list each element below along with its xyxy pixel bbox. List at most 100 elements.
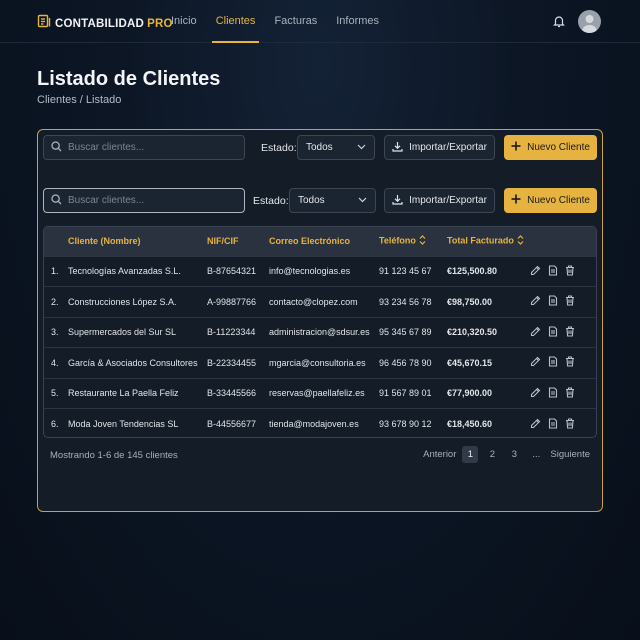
page-3[interactable]: 3 <box>506 446 522 463</box>
main-nav: Inicio Clientes Facturas Informes <box>171 0 398 43</box>
table-row[interactable]: 4. García & Asociados Consultores B-223344… <box>44 347 596 379</box>
client-total: €98,750.00 <box>447 296 493 307</box>
edit-icon[interactable] <box>530 326 541 339</box>
top-navbar: CONTABILIDAD PRO Inicio Clientes Facturas… <box>0 0 640 43</box>
chevron-down-icon <box>357 142 366 153</box>
col-total[interactable]: Total Facturado <box>447 227 530 256</box>
col-phone[interactable]: Teléfono <box>379 227 447 256</box>
avatar[interactable] <box>578 10 601 33</box>
document-icon[interactable] <box>548 356 558 369</box>
client-name[interactable]: Restaurante La Paella Feliz <box>68 378 207 409</box>
document-icon[interactable] <box>548 265 558 278</box>
col-name[interactable]: Cliente (Nombre) <box>68 227 207 256</box>
search-input[interactable] <box>68 195 233 206</box>
col-email[interactable]: Correo Electrónico <box>269 227 379 256</box>
client-email: tienda@modajoven.es <box>269 419 359 429</box>
trash-icon[interactable] <box>565 326 575 339</box>
edit-icon[interactable] <box>530 295 541 308</box>
trash-icon[interactable] <box>565 417 575 431</box>
client-nif: B-87654321 <box>207 266 257 277</box>
document-icon[interactable] <box>548 295 558 308</box>
estado-select[interactable]: Todos <box>297 135 375 160</box>
plus-icon <box>511 141 521 154</box>
prev-page-link[interactable]: Anterior <box>423 449 456 460</box>
estado-select[interactable]: Todos <box>289 188 376 213</box>
client-nif: B-11223344 <box>207 327 256 338</box>
nav-clientes[interactable]: Clientes <box>211 0 260 43</box>
col-actions <box>530 227 596 256</box>
new-client-button[interactable]: Nuevo Cliente <box>504 188 597 213</box>
client-name[interactable]: Tecnologías Avanzadas S.L. <box>68 256 207 287</box>
brand-logo[interactable]: CONTABILIDAD PRO <box>37 14 173 33</box>
import-export-label: Importar/Exportar <box>409 195 487 206</box>
client-name[interactable]: García & Asociados Consultores <box>68 348 207 379</box>
client-phone: 95 345 67 89 <box>379 327 432 338</box>
client-email: administracion@sdsur.es <box>269 327 370 338</box>
import-export-label: Importar/Exportar <box>409 142 487 153</box>
edit-icon[interactable] <box>530 418 541 431</box>
row-actions <box>530 265 596 278</box>
table-row[interactable]: 1. Tecnologías Avanzadas S.L. B-87654321 in… <box>44 256 596 287</box>
search-icon <box>44 139 62 157</box>
plus-icon <box>511 194 521 207</box>
row-actions <box>530 356 596 369</box>
document-icon[interactable] <box>548 417 558 431</box>
chevron-down-icon <box>358 195 367 206</box>
table-header-row: Cliente (Nombre) NIF/CIF Correo Electrón… <box>44 227 596 256</box>
client-total: €210,320.50 <box>447 327 498 338</box>
client-email: reservas@paellafeliz.es <box>269 388 365 399</box>
brand-name: CONTABILIDAD PRO <box>55 17 173 30</box>
trash-icon[interactable] <box>565 356 575 369</box>
clients-table: Cliente (Nombre) NIF/CIF Correo Electrón… <box>43 226 597 438</box>
search-input[interactable] <box>68 142 233 153</box>
nav-facturas[interactable]: Facturas <box>274 0 317 43</box>
import-export-button[interactable]: Importar/Exportar <box>384 188 495 213</box>
row-number: 1. <box>51 266 59 277</box>
nav-inicio[interactable]: Inicio <box>171 0 197 43</box>
client-email: mgarcia@consultoria.es <box>269 357 366 368</box>
trash-icon[interactable] <box>565 295 575 308</box>
table-row[interactable]: 6. Moda Joven Tendencias SL B-44556677 tien… <box>44 408 596 438</box>
page-1[interactable]: 1 <box>462 446 479 463</box>
table-row[interactable]: 3. Supermercados del Sur SL B-11223344 admi… <box>44 317 596 348</box>
client-total: €125,500.80 <box>447 266 498 277</box>
client-total: €18,450.60 <box>447 419 493 429</box>
client-name[interactable]: Moda Joven Tendencias SL <box>68 409 207 438</box>
client-phone: 91 567 89 01 <box>379 388 432 399</box>
next-page-link[interactable]: Siguiente <box>550 449 590 460</box>
page-2[interactable]: 2 <box>484 446 500 463</box>
sort-icon[interactable] <box>419 235 426 247</box>
sort-icon[interactable] <box>517 235 524 247</box>
edit-icon[interactable] <box>530 387 541 400</box>
estado-value: Todos <box>298 195 325 206</box>
import-export-button[interactable]: Importar/Exportar <box>384 135 495 160</box>
pagination-summary: Mostrando 1-6 de 145 clientes <box>50 450 178 461</box>
document-icon[interactable] <box>548 326 558 339</box>
table-row[interactable]: 5. Restaurante La Paella Feliz B-33445566 r… <box>44 378 596 409</box>
client-name[interactable]: Construcciones López S.A. <box>68 287 207 318</box>
client-email: contacto@clopez.com <box>269 296 358 307</box>
new-client-button[interactable]: Nuevo Cliente <box>504 135 597 160</box>
client-phone: 93 234 56 78 <box>379 296 432 307</box>
search-box[interactable] <box>43 135 245 160</box>
client-phone: 93 678 90 12 <box>379 419 432 429</box>
client-nif: B-22334455 <box>207 357 257 368</box>
col-nif[interactable]: NIF/CIF <box>207 227 269 256</box>
search-box-secondary[interactable] <box>43 188 245 213</box>
row-number: 5. <box>51 388 59 399</box>
nav-informes[interactable]: Informes <box>336 0 379 43</box>
bell-icon[interactable] <box>552 14 566 33</box>
trash-icon[interactable] <box>565 387 575 400</box>
edit-icon[interactable] <box>530 356 541 369</box>
row-actions <box>530 295 596 308</box>
client-phone: 91 123 45 67 <box>379 266 432 277</box>
edit-icon[interactable] <box>530 265 541 278</box>
row-actions <box>530 387 596 400</box>
client-name[interactable]: Supermercados del Sur SL <box>68 317 207 348</box>
trash-icon[interactable] <box>565 265 575 278</box>
table-row[interactable]: 2. Construcciones López S.A. A-99887766 con… <box>44 286 596 318</box>
estado-label: Estado: <box>253 195 289 207</box>
row-actions <box>530 417 596 431</box>
document-icon[interactable] <box>548 387 558 400</box>
new-client-label: Nuevo Cliente <box>527 142 590 153</box>
